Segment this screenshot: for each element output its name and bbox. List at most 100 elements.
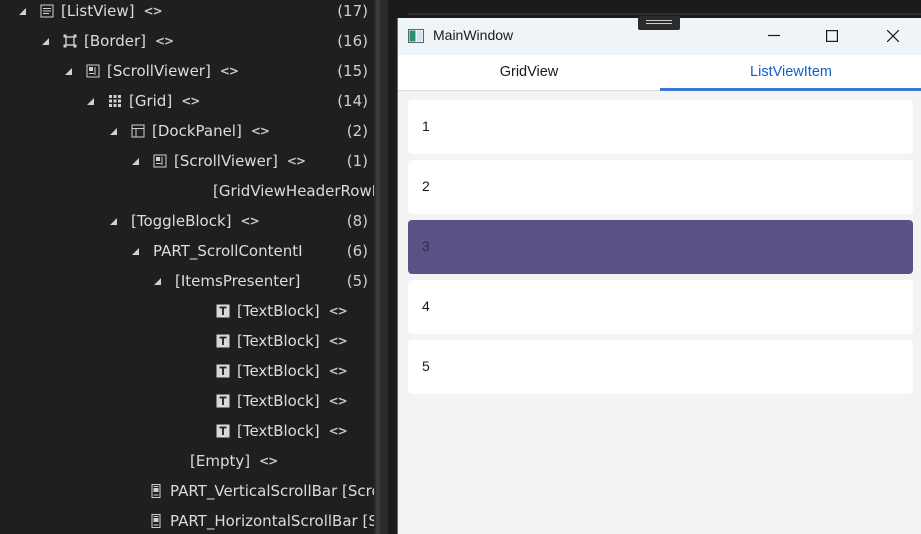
minimize-button[interactable] (745, 18, 803, 55)
tree-row[interactable]: [TextBlock] <> (0, 300, 374, 330)
tree-row[interactable]: [TextBlock] <> (0, 330, 374, 360)
tree-row[interactable]: [ItemsPresenter] (5) (0, 270, 374, 300)
tree-node-name: [TextBlock] (237, 332, 320, 350)
navigate-to-code-icon[interactable]: <> (329, 300, 348, 322)
descendant-count: (5) (346, 272, 368, 290)
title-bar[interactable]: MainWindow (398, 16, 921, 55)
tree-node-name: [TextBlock] (237, 302, 320, 320)
descendant-count: (16) (337, 32, 368, 50)
tree-node-name: [Empty] (190, 452, 251, 470)
tree-node-name: [ScrollViewer] (107, 62, 211, 80)
tree-node-name: [TextBlock] (237, 392, 320, 410)
tab-listviewitem[interactable]: ListViewItem (660, 55, 921, 91)
list-item[interactable]: 5 (408, 340, 913, 394)
tree-node-name: [ItemsPresenter] (175, 272, 301, 290)
tree-row[interactable]: [ListView] <> (17) (0, 0, 374, 30)
window-title: MainWindow (433, 27, 514, 43)
navigate-to-code-icon[interactable]: <> (287, 150, 306, 172)
tree-row[interactable]: [ScrollViewer] <> (1) (0, 150, 374, 180)
navigate-to-code-icon[interactable]: <> (329, 390, 348, 412)
list-item[interactable]: 2 (408, 160, 913, 214)
navigate-to-code-icon[interactable]: <> (329, 360, 348, 382)
tree-row[interactable]: [DockPanel] <> (2) (0, 120, 374, 150)
tree-row[interactable]: PART_ScrollContentI (6) (0, 240, 374, 270)
tree-node-name: [DockPanel] (152, 122, 242, 140)
tree-node-name: [Border] (84, 32, 146, 50)
panel-splitter[interactable] (374, 0, 388, 534)
tree-row[interactable]: [ToggleBlock] <> (8) (0, 210, 374, 240)
grid-icon (108, 94, 122, 108)
expander-triangle-icon[interactable] (131, 150, 141, 172)
navigate-to-code-icon[interactable]: <> (241, 210, 260, 232)
scrollviewer-icon (153, 154, 167, 168)
tree-row[interactable]: [Border] <> (16) (0, 30, 374, 60)
close-button[interactable] (864, 18, 921, 55)
tree-row[interactable]: [Grid] <> (14) (0, 90, 374, 120)
textblock-icon (216, 394, 230, 408)
navigate-to-code-icon[interactable]: <> (155, 30, 174, 52)
tree-row[interactable]: [GridViewHeaderRowI (0, 180, 374, 210)
tree-node-name: [ListView] (61, 2, 135, 20)
expander-triangle-icon[interactable] (109, 210, 119, 232)
live-visual-tree-panel: [ListView] <> (17) [Border] <> (16) [ScrollVie… (0, 0, 374, 534)
drag-grip-handle[interactable] (638, 16, 680, 30)
navigate-to-code-icon[interactable]: <> (144, 0, 163, 22)
tree-node-name: PART_ScrollContentI (153, 242, 303, 260)
textblock-icon (216, 364, 230, 378)
tree-node-name: [Grid] (129, 92, 173, 110)
tree-row[interactable]: [Empty] <> (0, 450, 374, 480)
listview-icon (40, 4, 54, 18)
scrollbar-icon (149, 484, 163, 498)
list-item[interactable]: 1 (408, 100, 913, 154)
list-item-selected[interactable]: 3 (408, 220, 913, 274)
navigate-to-code-icon[interactable]: <> (251, 120, 270, 142)
scrollbar-icon (149, 514, 163, 528)
tree-row[interactable]: PART_HorizontalScrollBar [S (0, 510, 374, 534)
tree-row[interactable]: [TextBlock] <> (0, 390, 374, 420)
descendant-count: (15) (337, 62, 368, 80)
tab-strip: GridView ListViewItem (398, 55, 921, 91)
maximize-button[interactable] (803, 18, 861, 55)
descendant-count: (17) (337, 2, 368, 20)
navigate-to-code-icon[interactable]: <> (259, 450, 278, 472)
expander-triangle-icon[interactable] (64, 60, 74, 82)
descendant-count: (8) (346, 212, 368, 230)
list-item-label: 2 (422, 178, 430, 194)
textblock-icon (216, 304, 230, 318)
list-item-label: 1 (422, 118, 430, 134)
descendant-count: (1) (346, 152, 368, 170)
descendant-count: (14) (337, 92, 368, 110)
app-window-icon (408, 28, 424, 43)
tree-row[interactable]: [TextBlock] <> (0, 420, 374, 450)
navigate-to-code-icon[interactable]: <> (329, 330, 348, 352)
close-icon (887, 30, 899, 42)
scrollviewer-icon (86, 64, 100, 78)
expander-triangle-icon[interactable] (153, 270, 163, 292)
list-item-label: 3 (422, 238, 430, 254)
maximize-icon (826, 30, 838, 42)
navigate-to-code-icon[interactable]: <> (220, 60, 239, 82)
textblock-icon (216, 334, 230, 348)
tree-node-name: PART_HorizontalScrollBar [S (170, 512, 374, 530)
tree-row[interactable]: [ScrollViewer] <> (15) (0, 60, 374, 90)
navigate-to-code-icon[interactable]: <> (181, 90, 200, 112)
dockpanel-icon (131, 124, 145, 138)
descendant-count: (2) (346, 122, 368, 140)
tree-row[interactable]: [TextBlock] <> (0, 360, 374, 390)
tree-node-name: [ScrollViewer] (174, 152, 278, 170)
navigate-to-code-icon[interactable]: <> (329, 420, 348, 442)
expander-triangle-icon[interactable] (131, 240, 141, 262)
tree-row[interactable]: PART_VerticalScrollBar [Scro (0, 480, 374, 510)
descendant-count: (6) (346, 242, 368, 260)
tree-node-name: [ToggleBlock] (131, 212, 232, 230)
list-item-label: 4 (422, 298, 430, 314)
tree-node-name: [GridViewHeaderRowI (213, 182, 374, 200)
expander-triangle-icon[interactable] (18, 0, 28, 22)
expander-triangle-icon[interactable] (109, 120, 119, 142)
tree-node-name: PART_VerticalScrollBar [Scro (170, 482, 374, 500)
expander-triangle-icon[interactable] (86, 90, 96, 112)
tab-gridview[interactable]: GridView (398, 55, 660, 90)
minimize-icon (768, 34, 780, 37)
expander-triangle-icon[interactable] (41, 30, 51, 52)
list-item[interactable]: 4 (408, 280, 913, 334)
